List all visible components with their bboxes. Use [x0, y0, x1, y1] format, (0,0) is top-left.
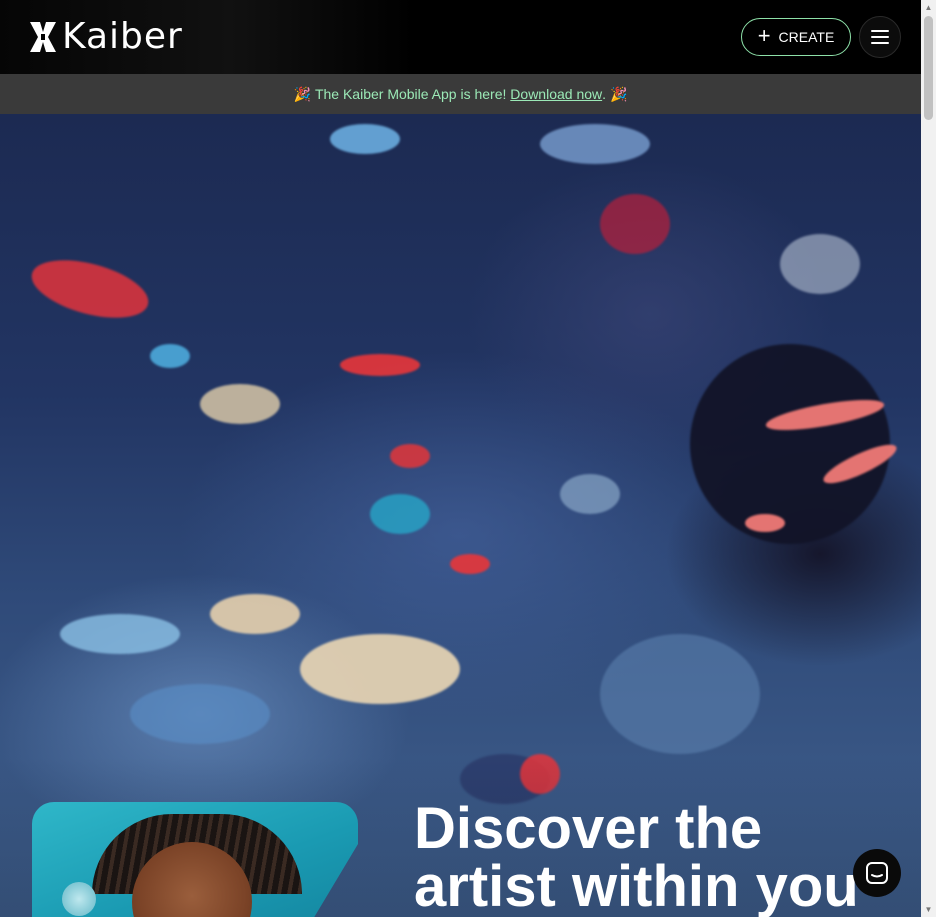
hamburger-menu-icon — [871, 30, 889, 44]
vertical-scrollbar[interactable]: ▲ ▼ — [921, 0, 936, 917]
create-button-label: CREATE — [778, 29, 835, 45]
headphone-icon — [62, 882, 96, 916]
menu-button[interactable] — [859, 16, 901, 58]
announcement-bar: 🎉 The Kaiber Mobile App is here! Downloa… — [0, 74, 921, 114]
scroll-down-arrow-icon[interactable]: ▼ — [921, 902, 936, 917]
logo-text: Kaiber — [62, 16, 183, 57]
announcement-suffix: . — [602, 86, 607, 102]
kaiber-logo[interactable]: Kaiber — [28, 19, 183, 55]
hero-title: Discover the artist within you — [414, 800, 914, 916]
kaiber-logo-mark-icon — [30, 22, 56, 52]
party-popper-icon: 🎉 — [293, 85, 311, 102]
announcement-text: The Kaiber Mobile App is here! — [314, 86, 507, 102]
hero-title-line-2: artist within you — [414, 854, 859, 917]
page: Kaiber + CREATE 🎉 The Kaiber Mobile App … — [0, 0, 921, 917]
chat-icon — [866, 862, 888, 884]
hero-section: Discover the artist within you — [0, 114, 921, 917]
artist-portrait-card[interactable] — [32, 802, 358, 917]
site-header: Kaiber + CREATE — [0, 0, 921, 74]
plus-icon: + — [757, 23, 771, 48]
chat-button[interactable] — [853, 849, 901, 897]
hero-title-line-1: Discover the — [414, 796, 763, 861]
scrollbar-thumb[interactable] — [924, 16, 933, 120]
scroll-up-arrow-icon[interactable]: ▲ — [921, 0, 936, 15]
create-button[interactable]: + CREATE — [741, 18, 851, 56]
party-popper-icon: 🎉 — [610, 85, 628, 102]
download-now-link[interactable]: Download now — [510, 86, 602, 102]
